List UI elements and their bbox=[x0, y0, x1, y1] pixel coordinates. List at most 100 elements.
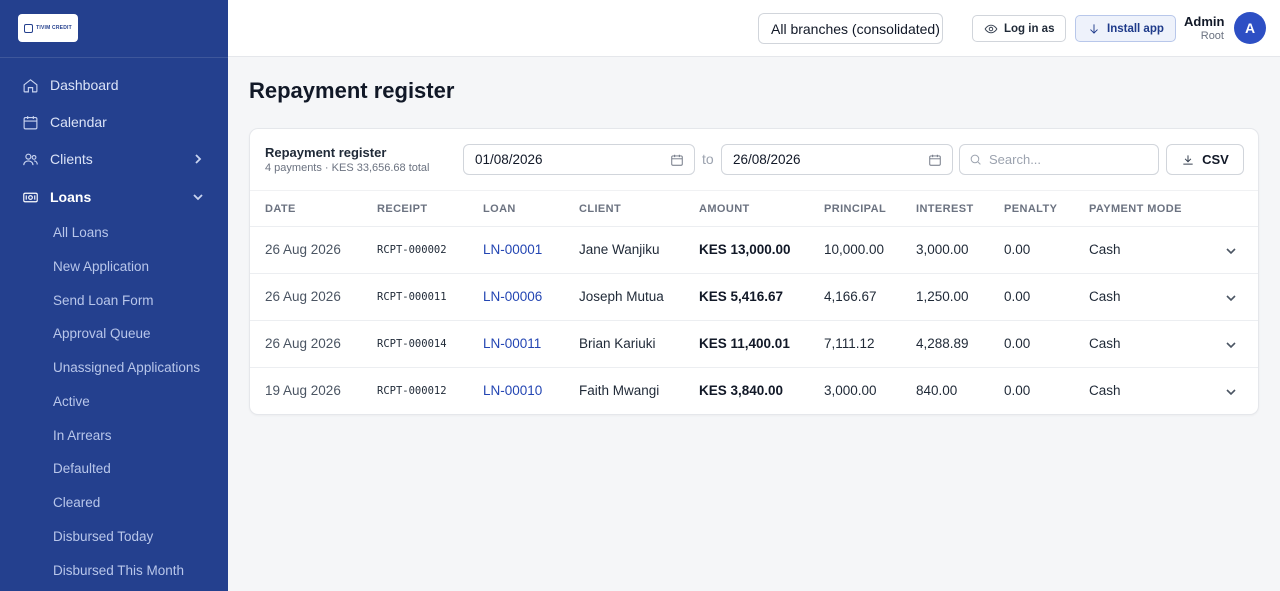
column-header-amount[interactable]: AMOUNT bbox=[699, 203, 750, 215]
chevron-down-icon[interactable] bbox=[1225, 291, 1237, 303]
sidebar-item-label: Loans bbox=[50, 189, 92, 205]
date-from-input[interactable]: 01/08/2026 bbox=[463, 144, 695, 175]
cell-penalty: 0.00 bbox=[1004, 289, 1031, 304]
chevron-down-icon[interactable] bbox=[1225, 338, 1237, 350]
sidebar-subitem-approval-queue[interactable]: Approval Queue bbox=[53, 324, 151, 344]
cell-principal: 3,000.00 bbox=[824, 383, 877, 398]
cell-client: Joseph Mutua bbox=[579, 289, 664, 304]
home-icon bbox=[22, 77, 39, 94]
column-header-interest[interactable]: INTEREST bbox=[916, 203, 974, 215]
chevron-down-icon[interactable] bbox=[1225, 244, 1237, 256]
sidebar-item-label: Calendar bbox=[50, 114, 107, 130]
search-input[interactable] bbox=[959, 144, 1159, 175]
calendar-icon[interactable] bbox=[928, 153, 942, 167]
cell-payment-mode: Cash bbox=[1089, 289, 1121, 304]
loans-icon bbox=[22, 189, 39, 206]
date-from-value: 01/08/2026 bbox=[475, 152, 543, 167]
log-in-as-label: Log in as bbox=[1004, 22, 1055, 35]
card-title: Repayment register bbox=[265, 145, 387, 160]
cell-date: 26 Aug 2026 bbox=[265, 336, 341, 351]
csv-export-button[interactable]: CSV bbox=[1166, 144, 1244, 175]
avatar[interactable]: A bbox=[1234, 12, 1266, 44]
cell-interest: 4,288.89 bbox=[916, 336, 969, 351]
card-summary: 4 payments · KES 33,656.68 total bbox=[265, 162, 430, 174]
calendar-icon bbox=[22, 114, 39, 131]
cell-payment-mode: Cash bbox=[1089, 336, 1121, 351]
sidebar: TIVIM CREDIT Dashboard Calendar Clients … bbox=[0, 0, 228, 591]
cell-principal: 4,166.67 bbox=[824, 289, 877, 304]
csv-label: CSV bbox=[1202, 152, 1229, 167]
cell-loan-link[interactable]: LN-00011 bbox=[483, 336, 541, 351]
cell-amount: KES 3,840.00 bbox=[699, 383, 784, 398]
sidebar-divider bbox=[0, 57, 228, 58]
cell-receipt: RCPT-000002 bbox=[377, 244, 447, 256]
user-name: Admin bbox=[1184, 14, 1225, 29]
date-to-input[interactable]: 26/08/2026 bbox=[721, 144, 953, 175]
sidebar-subitem-active[interactable]: Active bbox=[53, 392, 90, 412]
sidebar-item-label: Clients bbox=[50, 151, 93, 167]
cell-loan-link[interactable]: LN-00010 bbox=[483, 383, 542, 398]
top-bar: All branches (consolidated) Log in as In… bbox=[228, 0, 1280, 57]
install-app-button[interactable]: Install app bbox=[1075, 15, 1176, 42]
sidebar-item-label: Dashboard bbox=[50, 77, 119, 93]
table-row[interactable]: 26 Aug 2026 RCPT-000014 LN-00011 Brian K… bbox=[250, 321, 1258, 368]
cell-penalty: 0.00 bbox=[1004, 336, 1031, 351]
sidebar-subitem-all-loans[interactable]: All Loans bbox=[53, 223, 109, 243]
cell-penalty: 0.00 bbox=[1004, 242, 1031, 257]
cell-client: Jane Wanjiku bbox=[579, 242, 660, 257]
cell-loan-link[interactable]: LN-00001 bbox=[483, 242, 542, 257]
table-row[interactable]: 26 Aug 2026 RCPT-000002 LN-00001 Jane Wa… bbox=[250, 227, 1258, 274]
install-app-label: Install app bbox=[1107, 22, 1164, 35]
cell-date: 26 Aug 2026 bbox=[265, 242, 341, 257]
eye-icon bbox=[984, 24, 998, 33]
column-header-penalty[interactable]: PENALTY bbox=[1004, 203, 1057, 215]
branch-selector[interactable]: All branches (consolidated) bbox=[758, 13, 943, 44]
cell-interest: 840.00 bbox=[916, 383, 958, 398]
table-row[interactable]: 19 Aug 2026 RCPT-000012 LN-00010 Faith M… bbox=[250, 368, 1258, 414]
cell-penalty: 0.00 bbox=[1004, 383, 1031, 398]
sidebar-subitem-disbursed-this-month[interactable]: Disbursed This Month bbox=[53, 561, 184, 581]
company-logo[interactable]: TIVIM CREDIT bbox=[18, 14, 78, 42]
cell-client: Brian Kariuki bbox=[579, 336, 656, 351]
log-in-as-button[interactable]: Log in as bbox=[972, 15, 1067, 42]
repayment-register-card: Repayment register 4 payments · KES 33,6… bbox=[249, 128, 1259, 415]
sidebar-item-clients[interactable]: Clients bbox=[0, 141, 228, 177]
logo-mark-icon bbox=[24, 23, 34, 33]
search-icon bbox=[969, 153, 982, 166]
cell-principal: 7,111.12 bbox=[824, 336, 875, 351]
chevron-down-icon bbox=[192, 190, 204, 202]
table-header: DATE RECEIPT LOAN CLIENT AMOUNT PRINCIPA… bbox=[250, 190, 1258, 227]
sidebar-subitem-send-loan-form[interactable]: Send Loan Form bbox=[53, 291, 154, 311]
cell-payment-mode: Cash bbox=[1089, 242, 1121, 257]
cell-receipt: RCPT-000014 bbox=[377, 338, 447, 350]
sidebar-item-loans[interactable]: Loans bbox=[0, 179, 228, 215]
sidebar-subitem-in-arrears[interactable]: In Arrears bbox=[53, 426, 112, 446]
chevron-down-icon[interactable] bbox=[1225, 385, 1237, 397]
cell-interest: 3,000.00 bbox=[916, 242, 969, 257]
sidebar-subitem-defaulted[interactable]: Defaulted bbox=[53, 459, 111, 479]
page-title: Repayment register bbox=[249, 78, 455, 103]
table-row[interactable]: 26 Aug 2026 RCPT-000011 LN-00006 Joseph … bbox=[250, 274, 1258, 321]
cell-principal: 10,000.00 bbox=[824, 242, 885, 257]
sidebar-item-dashboard[interactable]: Dashboard bbox=[0, 67, 228, 103]
cell-date: 19 Aug 2026 bbox=[265, 383, 341, 398]
sidebar-subitem-disbursed-today[interactable]: Disbursed Today bbox=[53, 527, 153, 547]
sidebar-item-calendar[interactable]: Calendar bbox=[0, 104, 228, 140]
sidebar-subitem-unassigned-applications[interactable]: Unassigned Applications bbox=[53, 358, 200, 378]
users-icon bbox=[22, 151, 39, 168]
date-to-value: 26/08/2026 bbox=[733, 152, 801, 167]
cell-client: Faith Mwangi bbox=[579, 383, 660, 398]
cell-payment-mode: Cash bbox=[1089, 383, 1121, 398]
column-header-principal[interactable]: PRINCIPAL bbox=[824, 203, 886, 215]
column-header-loan[interactable]: LOAN bbox=[483, 203, 516, 215]
sidebar-subitem-new-application[interactable]: New Application bbox=[53, 257, 149, 277]
sidebar-subitem-cleared[interactable]: Cleared bbox=[53, 493, 100, 513]
column-header-client[interactable]: CLIENT bbox=[579, 203, 621, 215]
user-role: Root bbox=[1200, 30, 1224, 42]
column-header-receipt[interactable]: RECEIPT bbox=[377, 203, 427, 215]
column-header-date[interactable]: DATE bbox=[265, 203, 296, 215]
cell-loan-link[interactable]: LN-00006 bbox=[483, 289, 542, 304]
cell-interest: 1,250.00 bbox=[916, 289, 969, 304]
calendar-icon[interactable] bbox=[670, 153, 684, 167]
column-header-payment-mode[interactable]: PAYMENT MODE bbox=[1089, 203, 1182, 215]
